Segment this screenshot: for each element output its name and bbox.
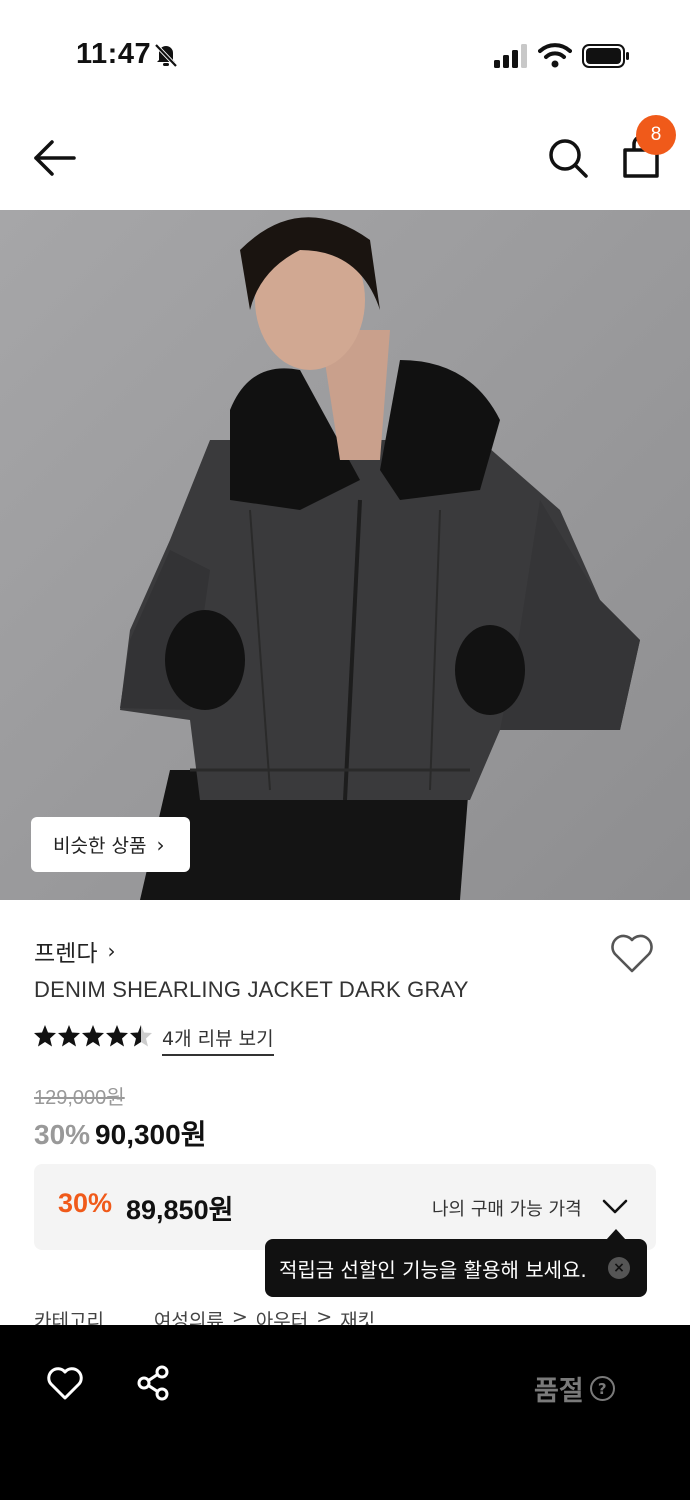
sale-price: 90,300원	[95, 1119, 207, 1150]
status-time: 11:47	[76, 38, 152, 70]
heart-icon[interactable]	[47, 1367, 83, 1401]
cart-count-badge: 8	[636, 115, 676, 155]
model-photo	[0, 210, 690, 900]
chevron-down-icon	[602, 1199, 628, 1214]
top-navigation	[0, 110, 690, 210]
view-reviews-link[interactable]: 4개 리뷰 보기	[162, 1024, 274, 1056]
star-icon	[106, 1025, 128, 1047]
bell-muted-icon	[154, 43, 178, 68]
points-tooltip: 적립금 선할인 기능을 활용해 보세요.	[265, 1239, 647, 1297]
brand-link[interactable]: 프렌다 ›	[34, 934, 115, 968]
cellular-signal-icon	[494, 44, 527, 68]
similar-products-label: 비슷한 상품	[53, 835, 147, 857]
my-price-label: 나의 구매 가능 가격	[432, 1199, 582, 1220]
star-icon	[58, 1025, 80, 1047]
rating-stars	[34, 1024, 152, 1048]
brand-name: 프렌다	[34, 941, 98, 967]
sold-out-label: 품절	[534, 1376, 584, 1407]
search-icon[interactable]	[546, 136, 590, 180]
chevron-right-icon: ›	[156, 832, 165, 857]
similar-products-button[interactable]: 비슷한 상품 ›	[31, 817, 190, 872]
close-icon[interactable]: ×	[608, 1257, 630, 1279]
my-price: 89,850원	[126, 1195, 234, 1225]
battery-icon	[582, 44, 629, 68]
discount-rate: 30%	[34, 1119, 91, 1150]
my-price-box[interactable]: 30% 89,850원 나의 구매 가능 가격	[34, 1164, 656, 1250]
heart-icon[interactable]	[610, 934, 654, 974]
help-icon[interactable]: ?	[589, 1376, 615, 1401]
tooltip-text: 적립금 선할인 기능을 활용해 보세요.	[279, 1257, 587, 1282]
chevron-right-icon: ›	[107, 939, 116, 963]
status-bar: 11:47	[0, 0, 690, 110]
wifi-icon	[538, 43, 572, 68]
my-discount-rate: 30%	[58, 1188, 113, 1218]
product-title: DENIM SHEARLING JACKET DARK GRAY	[34, 977, 469, 1002]
bottom-action-bar: 품절 ?	[0, 1325, 690, 1500]
star-icon	[82, 1025, 104, 1047]
share-icon[interactable]	[136, 1365, 170, 1401]
sold-out-status: 품절 ?	[534, 1369, 615, 1408]
back-arrow-icon[interactable]	[32, 138, 78, 178]
original-price: 129,000원	[34, 1087, 125, 1109]
product-image[interactable]	[0, 210, 690, 900]
star-icon	[34, 1025, 56, 1047]
sale-price-row: 30% 90,300원	[34, 1113, 206, 1153]
